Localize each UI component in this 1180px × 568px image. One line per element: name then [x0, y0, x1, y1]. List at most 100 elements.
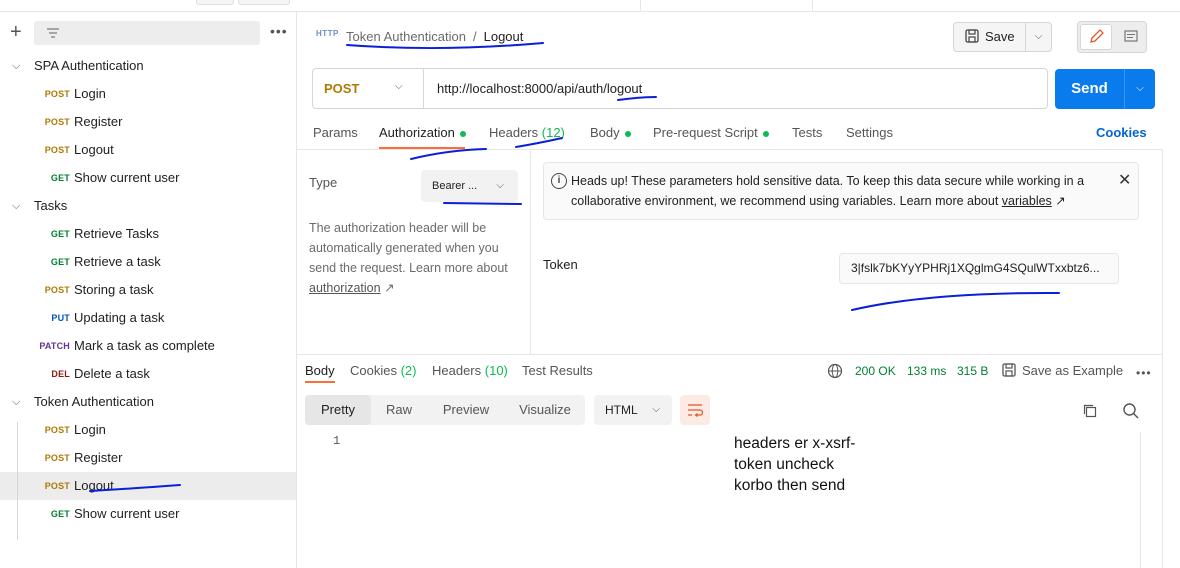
view-pretty[interactable]: Pretty	[305, 395, 371, 425]
tab-label: Pre-request Script	[653, 125, 758, 140]
sidebar-request[interactable]: POST Logout	[0, 136, 296, 164]
add-icon[interactable]: +	[10, 22, 22, 42]
search-icon[interactable]	[1122, 402, 1140, 420]
breadcrumb-parent[interactable]: Token Authentication	[346, 29, 466, 44]
url-input[interactable]: http://localhost:8000/api/auth/logout	[437, 81, 642, 96]
method-select[interactable]: POST	[324, 81, 359, 96]
top-strip-tab[interactable]	[196, 0, 234, 5]
tab-label: Headers	[432, 363, 482, 378]
status-dot	[624, 130, 631, 137]
response-tab-cookies[interactable]: Cookies (2)	[350, 363, 416, 378]
sidebar-request[interactable]: PATCH Mark a task as complete	[0, 332, 296, 360]
request-label: Show current user	[74, 170, 180, 185]
info-icon: i	[551, 173, 567, 189]
documentation-mode-button[interactable]	[1116, 24, 1146, 50]
response-time[interactable]: 133 ms	[907, 364, 946, 378]
tab-body[interactable]: Body	[590, 125, 631, 140]
auth-type-select[interactable]: Bearer ... ⌵	[421, 170, 518, 202]
right-rail-divider	[1162, 150, 1163, 568]
tab-settings[interactable]: Settings	[846, 125, 893, 140]
close-icon[interactable]: ✕	[1118, 173, 1131, 189]
tab-tests[interactable]: Tests	[792, 125, 822, 140]
save-dropdown-chevron-icon[interactable]: ⌵	[1026, 22, 1052, 52]
sidebar-request[interactable]: POST Login	[0, 80, 296, 108]
view-raw[interactable]: Raw	[371, 395, 427, 425]
request-label: Logout	[74, 478, 114, 493]
method-badge: POST	[44, 117, 70, 127]
request-label: Mark a task as complete	[74, 338, 215, 353]
chevron-down-icon[interactable]: ⌵	[12, 388, 24, 416]
chevron-down-icon[interactable]: ⌵	[395, 81, 403, 92]
save-label: Save	[985, 29, 1015, 44]
cookies-link[interactable]: Cookies	[1096, 125, 1147, 140]
copy-icon[interactable]	[1082, 403, 1098, 419]
sidebar-request[interactable]: PUT Updating a task	[0, 304, 296, 332]
tab-count: (12)	[541, 125, 565, 140]
request-label: Retrieve a task	[74, 254, 161, 269]
sidebar-request[interactable]: POST Register	[0, 444, 296, 472]
save-icon	[965, 29, 979, 43]
sidebar-request[interactable]: POST Logout	[0, 472, 296, 500]
edit-mode-button[interactable]	[1080, 24, 1112, 50]
response-tab-test-results[interactable]: Test Results	[522, 363, 593, 378]
wrap-lines-button[interactable]	[680, 395, 710, 425]
save-button[interactable]: Save	[953, 22, 1026, 52]
send-dropdown-chevron-icon[interactable]: ⌵	[1124, 69, 1155, 109]
chevron-down-icon: ⌵	[652, 404, 660, 415]
more-options-icon[interactable]: •••	[270, 24, 288, 38]
sidebar-filter[interactable]	[34, 21, 260, 45]
request-label: Login	[74, 422, 106, 437]
response-view-selector: Pretty Raw Preview Visualize	[305, 395, 585, 425]
request-label: Register	[74, 450, 123, 465]
token-label: Token	[543, 257, 578, 272]
tab-pre-request-script[interactable]: Pre-request Script	[653, 125, 769, 140]
collections-sidebar: + ••• ⌵ SPA Authentication POST Login POST Re…	[0, 12, 297, 568]
view-visualize[interactable]: Visualize	[505, 395, 585, 425]
status-dot	[459, 130, 466, 137]
status-code[interactable]: 200 OK	[855, 364, 896, 378]
sidebar-request[interactable]: DEL Delete a task	[0, 360, 296, 388]
chevron-down-icon[interactable]: ⌵	[12, 52, 24, 80]
variables-link[interactable]: variables	[1002, 194, 1052, 208]
chevron-down-icon[interactable]: ⌵	[12, 192, 24, 220]
more-options-icon[interactable]: •••	[1136, 366, 1152, 380]
sidebar-folder[interactable]: ⌵ Token Authentication	[0, 388, 296, 416]
tab-params[interactable]: Params	[313, 125, 358, 140]
method-badge: DEL	[51, 369, 70, 379]
folder-label: Token Authentication	[34, 394, 154, 409]
sidebar-request[interactable]: POST Register	[0, 108, 296, 136]
tab-authorization[interactable]: Authorization	[379, 125, 466, 140]
method-badge: POST	[44, 453, 70, 463]
top-strip-tab[interactable]	[238, 0, 290, 5]
url-bar-divider	[423, 69, 424, 108]
tab-label: Authorization	[379, 125, 455, 140]
breadcrumb-current[interactable]: Logout	[484, 29, 524, 44]
response-tab-headers[interactable]: Headers (10)	[432, 363, 508, 378]
globe-icon[interactable]	[827, 363, 843, 379]
method-badge: POST	[44, 481, 70, 491]
sidebar-folder[interactable]: ⌵ Tasks	[0, 192, 296, 220]
authorization-link[interactable]: authorization	[309, 281, 381, 295]
url-bar: POST ⌵ http://localhost:8000/api/auth/lo…	[312, 68, 1048, 109]
sidebar-folder[interactable]: ⌵ SPA Authentication	[0, 52, 296, 80]
sidebar-request[interactable]: GET Show current user	[0, 164, 296, 192]
sidebar-request[interactable]: GET Retrieve a task	[0, 248, 296, 276]
token-input[interactable]: 3|fslk7bKYyYPHRj1XQglmG4SQulWTxxbtz6...	[839, 253, 1119, 284]
response-tab-body[interactable]: Body	[305, 363, 335, 378]
method-badge: PUT	[51, 313, 70, 323]
sidebar-request[interactable]: POST Login	[0, 416, 296, 444]
request-label: Login	[74, 86, 106, 101]
response-format-select[interactable]: HTML ⌵	[594, 395, 672, 425]
request-label: Updating a task	[74, 310, 165, 325]
sidebar-request[interactable]: GET Retrieve Tasks	[0, 220, 296, 248]
tab-headers[interactable]: Headers (12)	[489, 125, 565, 140]
auth-description-text: The authorization header will be automat…	[309, 221, 508, 275]
send-button[interactable]: Send	[1055, 69, 1124, 109]
sidebar-request[interactable]: POST Storing a task	[0, 276, 296, 304]
view-preview[interactable]: Preview	[427, 395, 505, 425]
response-size[interactable]: 315 B	[957, 364, 988, 378]
response-scrollbar-track[interactable]	[1140, 432, 1141, 568]
sidebar-request[interactable]: GET Show current user	[0, 500, 296, 528]
save-as-example-button[interactable]: Save as Example	[1002, 363, 1123, 378]
filter-icon	[47, 28, 59, 38]
